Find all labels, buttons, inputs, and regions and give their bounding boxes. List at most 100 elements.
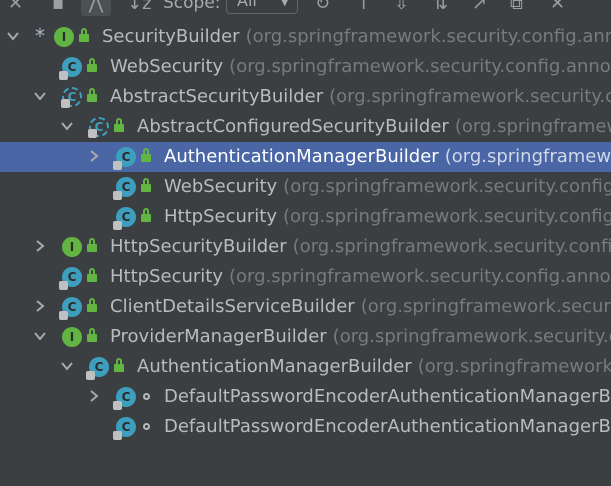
chevron-right-icon[interactable] [33,239,47,253]
library-badge-icon [59,311,68,320]
class-icon: C [113,177,136,200]
class-icon: C [113,147,136,170]
public-lock-icon [79,28,89,42]
class-name: HttpSecurityBuilder (org.springframework.… [110,235,611,259]
tree-row[interactable]: C ClientDetailsServiceBuilder (org.springf… [0,292,611,322]
class-label: AbstractConfiguredSecurityBuilder [137,116,449,137]
class-label: WebSecurity [110,56,224,77]
scope-label: Scope: [163,0,221,13]
jump-icon[interactable]: ↗ [472,0,487,16]
tree-row[interactable]: I ProviderManagerBuilder (org.springframew… [0,322,611,352]
chevron-right-icon[interactable] [87,149,101,163]
package-label: (org.springframework.s [417,356,611,377]
tree-row[interactable]: C AuthenticationManagerBuilder (org.spring… [0,352,611,382]
library-badge-icon [88,129,97,138]
package-label: (org.springframework.security.config.a [283,206,611,227]
package-label: (org.springframewo [444,146,611,167]
class-icon: C [59,267,82,290]
library-badge-icon [113,191,122,200]
class-label: DefaultPasswordEncoderAuthenticationMana… [164,416,611,437]
public-lock-icon [141,208,151,222]
tree-row[interactable]: C AbstractConfiguredSecurityBuilder (org.s… [0,112,611,142]
public-lock-icon [87,238,97,252]
collapse-icon[interactable]: ✕ [8,0,23,16]
library-badge-icon [59,281,68,290]
sort-alpha-icon[interactable]: ↓z [127,0,152,16]
class-icon: C [113,417,136,440]
class-name: AbstractSecurityBuilder (org.springframew… [110,85,611,109]
package-label: (org.springframework.security.config.ann… [229,56,611,77]
library-badge-icon [113,221,122,230]
class-label: ProviderManagerBuilder [110,326,327,347]
package-label: (org.springframework.security.config.a [292,236,611,257]
tree-row[interactable]: C WebSecurity (org.springframework.securit… [0,172,611,202]
close-icon[interactable]: ✕ [550,0,565,16]
chevron-right-icon[interactable] [33,299,47,313]
refresh-icon[interactable]: ↻ [315,0,330,16]
public-lock-icon [87,88,97,102]
public-lock-icon [141,178,151,192]
class-icon: C [86,357,109,380]
open-window-icon[interactable]: ⧉ [510,0,523,16]
tree-row[interactable]: C WebSecurity (org.springframework.securit… [0,52,611,82]
library-badge-icon [113,161,122,170]
class-name: DefaultPasswordEncoderAuthenticationMana… [164,385,611,409]
class-label: SecurityBuilder [102,26,240,47]
class-name: AuthenticationManagerBuilder (org.springf… [137,355,611,379]
class-label: WebSecurity [164,176,278,197]
class-name: ClientDetailsServiceBuilder (org.springfr… [110,295,611,319]
class-label: HttpSecurityBuilder [110,236,287,257]
package-label: (org.springframework.security.config.a [283,176,611,197]
tree-row[interactable]: C HttpSecurity (org.springframework.securi… [0,202,611,232]
class-icon: C [59,297,82,320]
package-label: (org.springframework.security. [360,296,611,317]
public-lock-icon [141,148,151,162]
tree-row[interactable]: * I SecurityBuilder (org.springframework.se… [0,22,611,52]
interface-icon: I [54,27,74,47]
public-lock-icon [87,268,97,282]
class-name: WebSecurity (org.springframework.security… [164,175,611,199]
class-icon: C [59,57,82,80]
tree-row[interactable]: C AuthenticationManagerBuilder (org.spring… [0,142,611,172]
chevron-down-icon[interactable] [6,29,20,43]
public-lock-icon [87,298,97,312]
toolbar: ✕ ▪ ⋀ ↓z Scope: All ▼ ↻ ↑ ⇩ ⇅ ↗ ⧉ ✕ [0,0,611,16]
package-private-icon [143,423,150,430]
interface-icon: I [62,237,82,257]
tree-row[interactable]: C HttpSecurity (org.springframework.securi… [0,262,611,292]
tree-row[interactable]: I HttpSecurityBuilder (org.springframework… [0,232,611,262]
package-private-icon [143,393,150,400]
class-name: HttpSecurity (org.springframework.securit… [110,265,611,289]
focus-marker: * [35,24,45,48]
class-label: HttpSecurity [164,206,277,227]
chevron-down-icon[interactable] [60,359,74,373]
tree-row[interactable]: C DefaultPasswordEncoderAuthenticationMan… [0,382,611,412]
class-name: AuthenticationManagerBuilder (org.springf… [164,145,611,169]
class-name: HttpSecurity (org.springframework.securit… [164,205,611,229]
tree-row[interactable]: C DefaultPasswordEncoderAuthenticationMan… [0,412,611,442]
tree-row[interactable]: C AbstractSecurityBuilder (org.springframe… [0,82,611,112]
public-lock-icon [87,328,97,342]
public-lock-icon [114,358,124,372]
library-badge-icon [86,371,95,380]
up-icon[interactable]: ↑ [356,0,371,16]
package-label: (org.springframework.security.co [332,326,611,347]
autoscroll-icon[interactable]: ⇅ [433,0,448,16]
chevron-down-icon[interactable] [33,89,47,103]
chevron-right-icon[interactable] [87,389,101,403]
class-label: AbstractSecurityBuilder [110,86,324,107]
hierarchy-icon[interactable]: ⋀ [81,0,111,16]
chevron-down-icon[interactable] [33,329,47,343]
scope-value: All [237,0,257,10]
chevron-down-icon: ▼ [280,0,289,8]
interface-icon: I [62,327,82,347]
class-icon: C [113,387,136,410]
chevron-down-icon[interactable] [60,119,74,133]
scope-select[interactable]: All ▼ [226,0,298,14]
class-label: AuthenticationManagerBuilder [164,146,439,167]
library-badge-icon [113,401,122,410]
abstract-class-icon: C [61,87,82,108]
pin-icon[interactable]: ▪ [52,0,64,16]
class-label: AuthenticationManagerBuilder [137,356,412,377]
export-icon[interactable]: ⇩ [394,0,409,16]
